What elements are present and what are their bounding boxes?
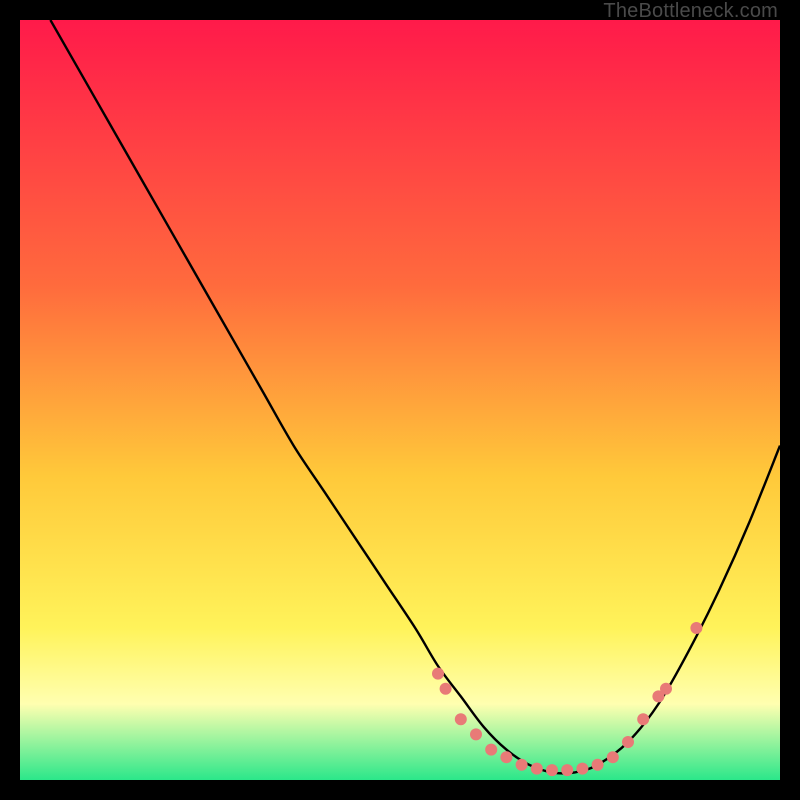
data-dot bbox=[592, 759, 604, 771]
data-dot bbox=[690, 622, 702, 634]
data-dot bbox=[660, 683, 672, 695]
data-dot bbox=[576, 763, 588, 775]
chart-stage: TheBottleneck.com bbox=[0, 0, 800, 800]
data-dot bbox=[470, 728, 482, 740]
data-dot bbox=[622, 736, 634, 748]
data-dot bbox=[607, 751, 619, 763]
data-dot bbox=[531, 763, 543, 775]
data-dot bbox=[516, 759, 528, 771]
data-dot bbox=[432, 668, 444, 680]
data-dot bbox=[561, 764, 573, 776]
curve-path bbox=[50, 20, 780, 773]
data-dot bbox=[440, 683, 452, 695]
bottleneck-curve bbox=[50, 20, 780, 773]
data-dot bbox=[637, 713, 649, 725]
data-dot bbox=[546, 764, 558, 776]
data-dot bbox=[500, 751, 512, 763]
plot-area bbox=[20, 20, 780, 780]
data-dot bbox=[455, 713, 467, 725]
curve-layer bbox=[20, 20, 780, 780]
data-dot bbox=[485, 744, 497, 756]
data-point-dots bbox=[432, 622, 702, 776]
